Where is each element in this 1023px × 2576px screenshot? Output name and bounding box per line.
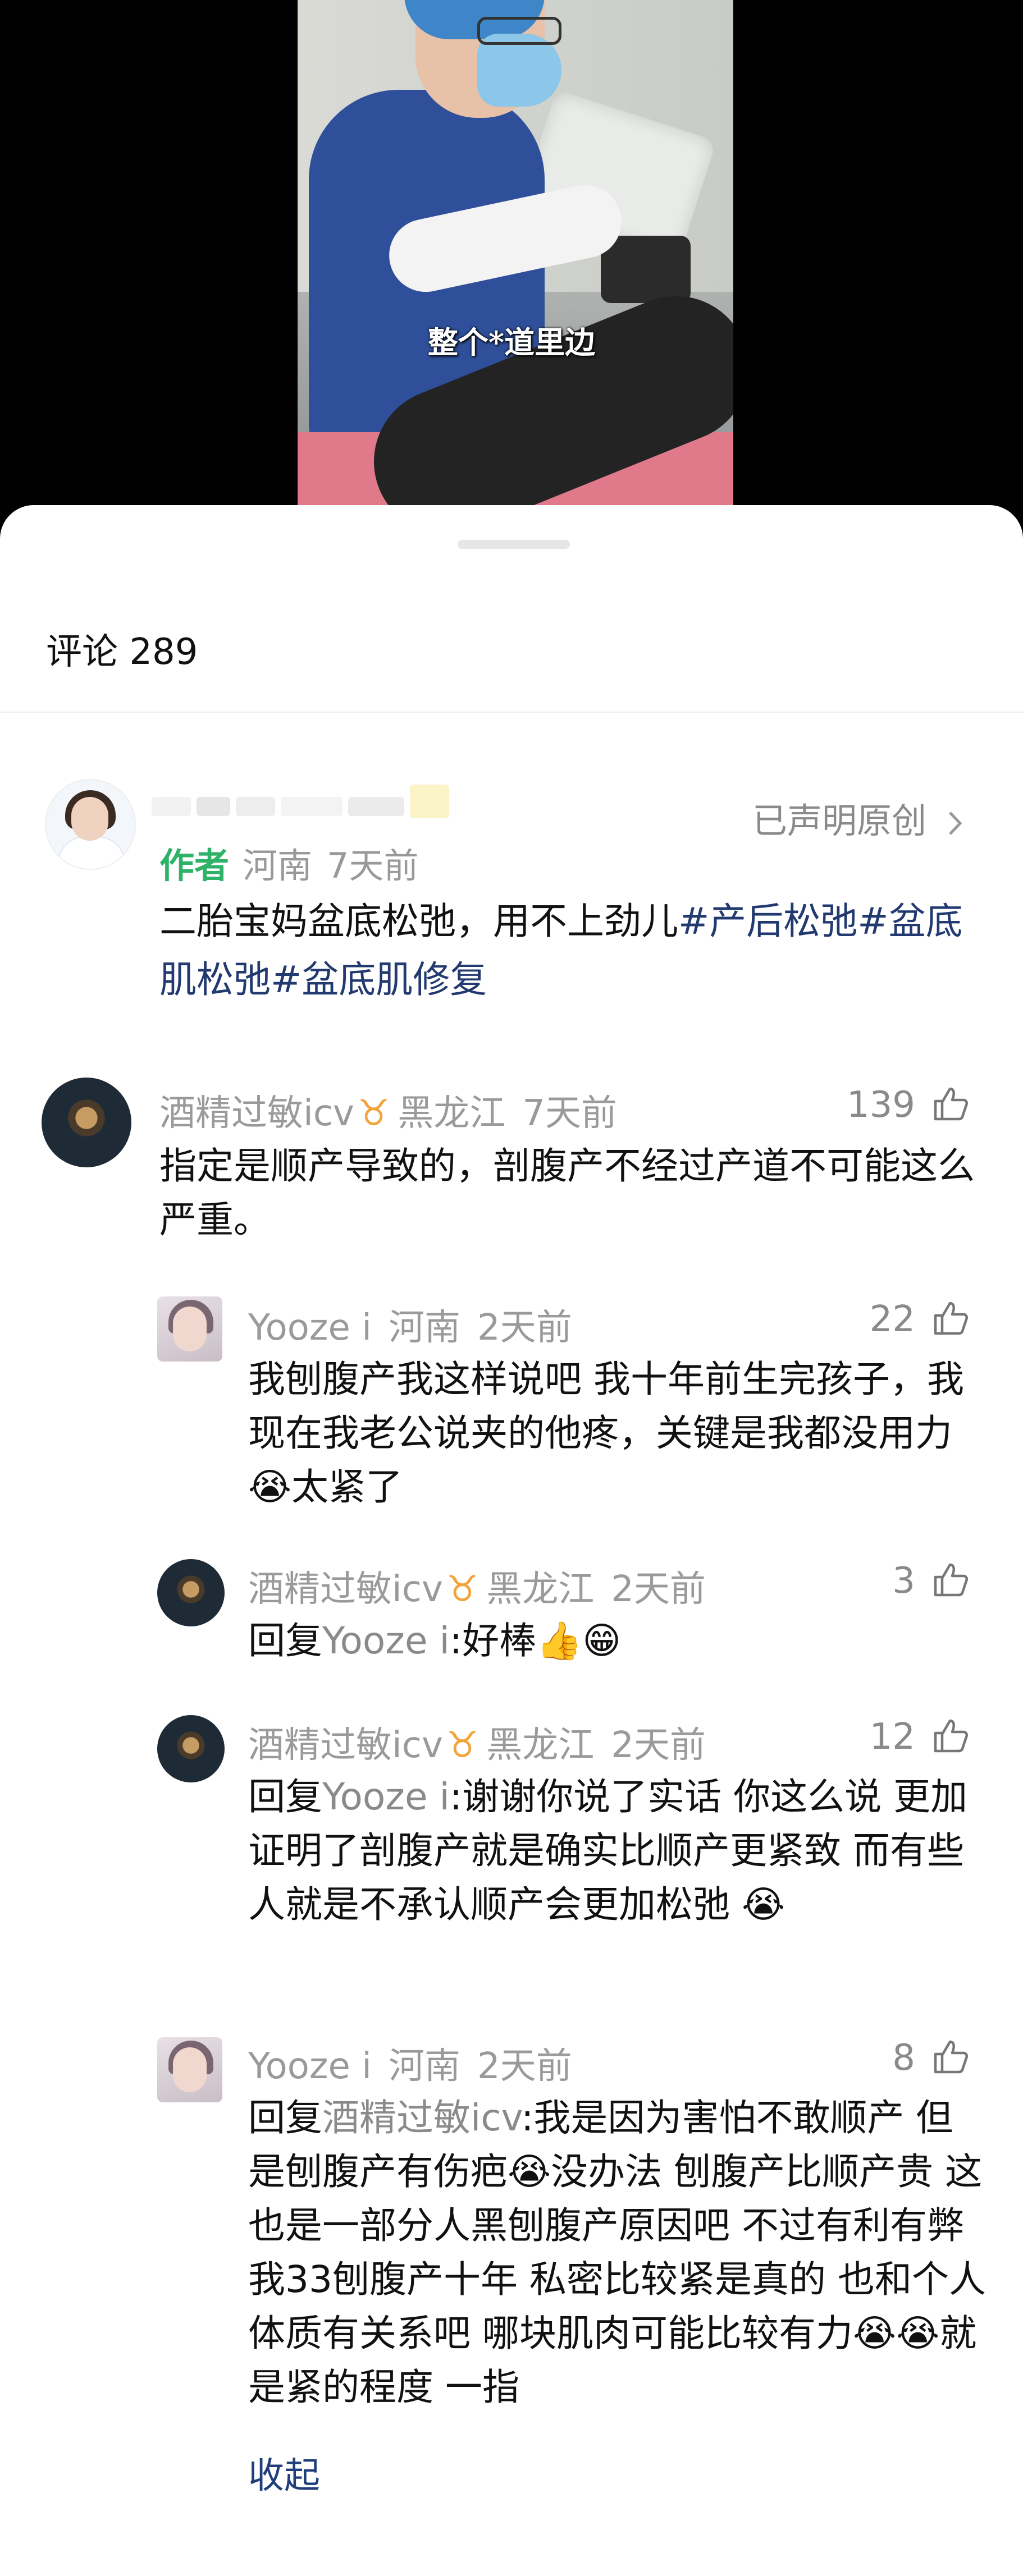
like-count: 22 (869, 1299, 915, 1340)
comment-text: 回复Yooze i:谢谢你说了实话 你这么说 更加证明了剖腹产就是确实比顺产更紧… (248, 1775, 968, 1926)
user-avatar[interactable] (157, 1715, 225, 1782)
thumbs-up-icon[interactable] (932, 1561, 969, 1598)
reply-to-username[interactable]: 酒精过敏icv (322, 2096, 521, 2139)
reply-to-username[interactable]: Yooze i (322, 1775, 450, 1818)
like-count: 12 (869, 1716, 915, 1758)
author-name-blurred (152, 780, 449, 819)
author-tag: 作者 (159, 845, 230, 886)
user-avatar[interactable] (157, 1296, 222, 1362)
thumbs-up-icon[interactable] (932, 1300, 969, 1337)
zodiac-badge-icon: ♉ (446, 1725, 479, 1766)
author-comment: 已声明原创 作者 河南 7天前 二胎宝妈盆底松弛，用不上劲儿#产后松弛#盆底肌松弛#… (0, 713, 1023, 1001)
hashtag-link[interactable]: #产后松弛# (678, 900, 889, 943)
comment-meta: 酒精过敏icv♉ 黑龙江 2天前 (248, 1725, 706, 1766)
username[interactable]: 酒精过敏icv (248, 1569, 443, 1610)
reply-to-username[interactable]: Yooze i (322, 1619, 450, 1662)
video-frame (298, 0, 733, 505)
like-count: 139 (846, 1084, 915, 1126)
comment-text: 回复酒精过敏icv:我是因为害怕不敢顺产 但是刨腹产有伤疤😭没办法 刨腹产比顺产… (248, 2096, 986, 2409)
drag-handle[interactable] (458, 540, 570, 549)
author-meta: 作者 河南 7天前 (159, 845, 419, 886)
original-declaration[interactable]: 已声明原创 (752, 792, 965, 843)
collapse-button[interactable]: 收起 (248, 2447, 320, 2499)
comment-meta: Yooze i 河南 2天前 (248, 2046, 572, 2087)
author-avatar[interactable] (45, 779, 136, 870)
user-avatar[interactable] (157, 2037, 222, 2102)
zodiac-badge-icon: ♉ (446, 1569, 479, 1610)
user-avatar[interactable] (42, 1078, 131, 1167)
username[interactable]: 酒精过敏icv (159, 1093, 354, 1134)
comment-text: 回复Yooze i:好棒👍😁 (248, 1619, 622, 1662)
comments-title: 评论 289 (46, 631, 198, 673)
author-comment-text: 二胎宝妈盆底松弛，用不上劲儿#产后松弛#盆底肌松弛#盆底肌修复 (159, 900, 963, 1001)
video-player[interactable]: 整个*道里边 (0, 0, 1023, 511)
thumbs-up-icon[interactable] (932, 1085, 969, 1122)
comment-meta: 酒精过敏icv♉ 黑龙江 7天前 (159, 1093, 617, 1134)
zodiac-badge-icon: ♉ (357, 1093, 390, 1134)
comment-text: 指定是顺产导致的，剖腹产不经过产道不可能这么严重。 (159, 1144, 975, 1241)
username[interactable]: 酒精过敏icv (248, 1725, 443, 1766)
chevron-right-icon (948, 812, 962, 835)
thumbs-up-icon[interactable] (932, 1717, 969, 1754)
comments-sheet: 评论 289 已声明原创 作者 河南 7天前 二胎宝妈盆底松弛，用不上劲儿#产后松弛… (0, 505, 1023, 2576)
like-count: 8 (892, 2037, 915, 2079)
thumbs-up-icon[interactable] (932, 2038, 969, 2075)
like-count: 3 (892, 1560, 915, 1602)
username[interactable]: Yooze i (248, 2046, 372, 2087)
user-avatar[interactable] (157, 1559, 225, 1626)
video-subtitle: 整个*道里边 (427, 324, 596, 360)
username[interactable]: Yooze i (248, 1307, 372, 1349)
comment-meta: Yooze i 河南 2天前 (248, 1307, 572, 1349)
comment-meta: 酒精过敏icv♉ 黑龙江 2天前 (248, 1569, 706, 1610)
comment-text: 我刨腹产我这样说吧 我十年前生完孩子，我现在我老公说夹的他疼，关键是我都没用力😭… (248, 1358, 964, 1509)
